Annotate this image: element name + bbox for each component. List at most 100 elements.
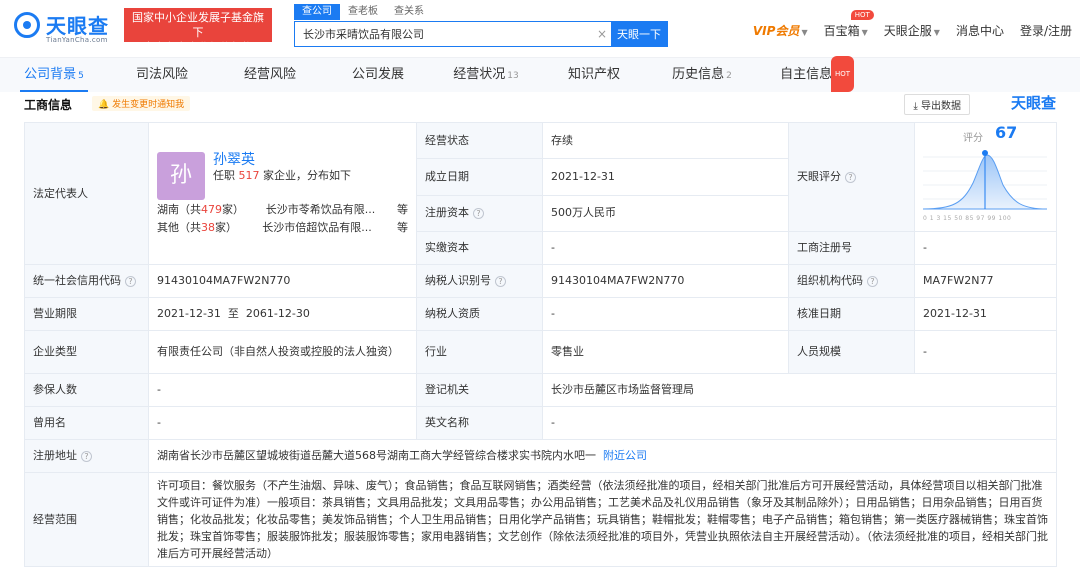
found-value: 2021-12-31	[542, 158, 789, 196]
taxid-value: 91430104MA7FW2N770	[542, 264, 789, 298]
message-center-link[interactable]: 消息中心	[956, 22, 1004, 39]
credit-label-cell: 统一社会信用代码?	[24, 264, 149, 298]
english-label: 英文名称	[416, 406, 543, 440]
status-label: 经营状态	[416, 121, 543, 160]
export-data-button[interactable]: ⤓ 导出数据	[904, 94, 970, 115]
help-icon[interactable]: ?	[473, 208, 484, 220]
scope-value: 许可项目：餐饮服务（不产生油烟、异味、废气）；食品销售；食品互联网销售；酒类经营…	[148, 472, 1057, 567]
credit-value: 91430104MA7FW2N770	[148, 264, 417, 298]
type-value: 有限责任公司（非自然人投资或控股的法人独资）	[148, 330, 417, 374]
hot-badge: HOT	[850, 10, 874, 20]
help-icon[interactable]: ?	[81, 451, 92, 462]
found-label: 成立日期	[416, 158, 543, 196]
tab-operating-risk[interactable]: 经营风险	[216, 58, 324, 92]
score-axis: 0 1 3 15 50 85 97 99 100	[923, 215, 1012, 222]
watermark-logo: 天眼查	[1010, 94, 1056, 112]
authority-label: 登记机关	[416, 373, 543, 407]
search-tab-relation[interactable]: 查关系	[386, 4, 432, 20]
term-label: 营业期限	[24, 297, 149, 331]
help-icon[interactable]: ?	[845, 172, 856, 183]
vip-link[interactable]: VIP会员 ▼	[753, 22, 808, 39]
insured-value: -	[148, 373, 417, 407]
tab-company-development[interactable]: 公司发展	[324, 58, 432, 92]
clear-icon[interactable]: ×	[593, 22, 611, 46]
enterprise-service-link[interactable]: 天眼企服 ▼	[884, 22, 940, 39]
approve-label: 核准日期	[788, 297, 915, 331]
scope-label: 经营范围	[24, 472, 149, 567]
download-icon: ⤓	[913, 101, 921, 112]
section-header: 工商信息 🔔 发生变更时通知我 ⤓ 导出数据 天眼查	[24, 94, 1056, 116]
insured-label: 参保人数	[24, 373, 149, 407]
help-icon[interactable]: ?	[495, 276, 506, 287]
caret-down-icon: ▼	[861, 28, 868, 37]
paid-value: -	[542, 231, 789, 265]
regno-label: 工商注册号	[788, 231, 915, 265]
brand-name: 天眼查	[46, 14, 109, 38]
business-info-table: 法定代表人 孙 孙翠英 任职 517 家企业，分布如下 湖南（共479家） 长沙市…	[24, 121, 1057, 567]
top-header: 天眼查 TianYanCha.com 国家中小企业发展子基金旗下 官方备案企业征…	[0, 0, 1080, 58]
top-nav: VIP会员 ▼ 百宝箱 ▼ HOT 天眼企服 ▼ 消息中心 登录/注册	[737, 10, 1072, 39]
taxid-label-cell: 纳税人识别号?	[416, 264, 543, 298]
authority-value: 长沙市岳麓区市场监督管理局	[542, 373, 1057, 407]
tab-operating-status[interactable]: 经营状况 13	[432, 58, 540, 92]
badge-line-2: 官方备案企业征信机构	[143, 41, 253, 54]
site-logo[interactable]: 天眼查 TianYanCha.com	[14, 8, 118, 46]
address-value: 湖南省长沙市岳麓区望城坡街道岳麓大道568号湖南工商大学经管综合楼求实书院内水吧…	[157, 449, 596, 462]
legal-rep-label: 法定代表人	[24, 122, 149, 265]
search-area: 查公司 查老板 查关系 × 天眼一下	[294, 4, 668, 47]
industry-value: 零售业	[542, 330, 789, 374]
legal-rep-cell: 孙 孙翠英 任职 517 家企业，分布如下 湖南（共479家） 长沙市苓希饮品有限…	[148, 122, 417, 265]
help-icon[interactable]: ?	[125, 276, 136, 287]
staff-value: -	[914, 330, 1057, 374]
baobao-link[interactable]: 百宝箱 ▼ HOT	[824, 10, 874, 39]
help-icon[interactable]: ?	[867, 276, 878, 287]
tab-company-background[interactable]: 公司背景 5	[0, 58, 108, 92]
capital-value: 500万人民币	[542, 194, 789, 233]
type-label: 企业类型	[24, 330, 149, 374]
company-tabs: 公司背景 5 司法风险 经营风险 公司发展 经营状况 13 知识产权 历史信息 2 自…	[0, 56, 1080, 92]
address-cell: 湖南省长沙市岳麓区望城坡街道岳麓大道568号湖南工商大学经管综合楼求实书院内水吧…	[148, 439, 1057, 473]
caret-down-icon: ▼	[801, 28, 808, 37]
caret-down-icon: ▼	[933, 28, 940, 37]
hot-badge: HOT	[830, 56, 854, 92]
former-label: 曾用名	[24, 406, 149, 440]
score-label-cell: 天眼评分?	[788, 122, 915, 232]
term-value: 2021-12-31 至 2061-12-30	[148, 297, 417, 331]
search-tab-company[interactable]: 查公司	[294, 4, 340, 20]
official-badge: 国家中小企业发展子基金旗下 官方备案企业征信机构	[124, 8, 272, 54]
regno-value: -	[914, 231, 1057, 265]
status-value: 存续	[542, 121, 789, 160]
industry-label: 行业	[416, 330, 543, 374]
search-tab-boss[interactable]: 查老板	[340, 4, 386, 20]
former-value: -	[148, 406, 417, 440]
nearby-companies-link[interactable]: 附近公司	[603, 449, 647, 462]
eye-logo-icon	[14, 12, 40, 38]
tab-judicial-risk[interactable]: 司法风险	[108, 58, 216, 92]
notify-change-button[interactable]: 🔔 发生变更时通知我	[92, 96, 191, 111]
bell-icon: 🔔	[98, 100, 113, 110]
approve-value: 2021-12-31	[914, 297, 1057, 331]
search-button[interactable]: 天眼一下	[611, 22, 667, 46]
brand-domain: TianYanCha.com	[46, 36, 108, 44]
org-value: MA7FW2N77	[914, 264, 1057, 298]
rep-region-hunan[interactable]: 湖南（共479家） 长沙市苓希饮品有限... 等	[157, 202, 408, 218]
search-box: × 天眼一下	[294, 21, 668, 47]
taxq-label: 纳税人资质	[416, 297, 543, 331]
score-cell: 评分 67 0 1 3 15 50 85 97 99 100	[914, 122, 1057, 232]
avatar: 孙	[157, 151, 205, 200]
paid-label: 实缴资本	[416, 231, 543, 265]
capital-label-cell: 注册资本?	[416, 194, 543, 233]
english-value: -	[542, 406, 1057, 440]
rep-region-other[interactable]: 其他（共38家） 长沙市倍超饮品有限... 等	[157, 220, 408, 236]
section-title: 工商信息	[24, 98, 73, 112]
tab-history[interactable]: 历史信息 2	[648, 58, 756, 92]
org-label-cell: 组织机构代码?	[788, 264, 915, 298]
address-label-cell: 注册地址?	[24, 439, 149, 473]
tab-self-info[interactable]: 自主信息6HOT	[756, 56, 864, 92]
taxq-value: -	[542, 297, 789, 331]
score-value: 67	[995, 123, 1018, 142]
search-input[interactable]	[295, 22, 593, 46]
tab-intellectual-property[interactable]: 知识产权	[540, 58, 648, 92]
login-link[interactable]: 登录/注册	[1020, 22, 1072, 39]
staff-label: 人员规模	[788, 330, 915, 374]
